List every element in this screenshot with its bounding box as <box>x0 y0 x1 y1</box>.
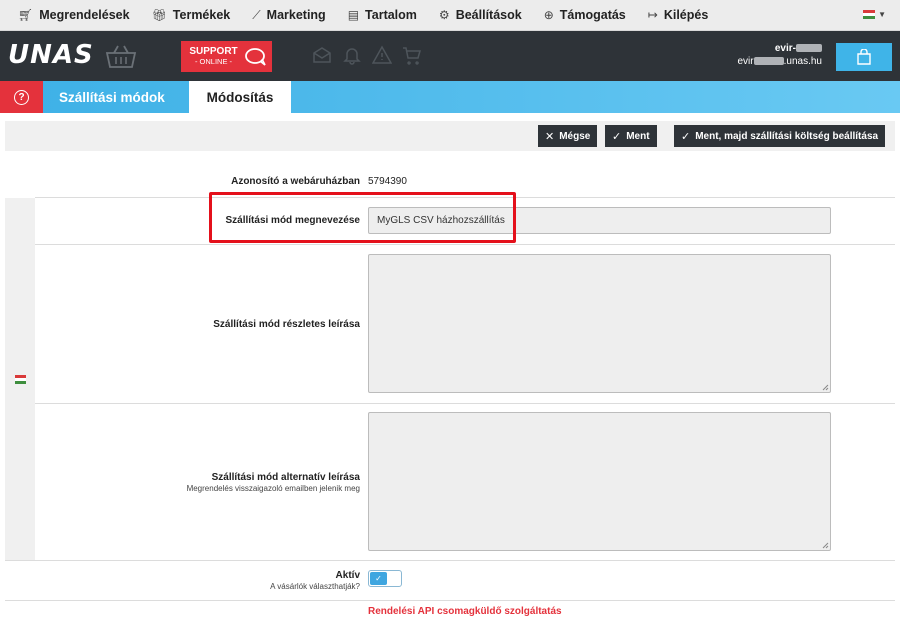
active-toggle[interactable]: ✓ <box>368 570 402 587</box>
highlight-box <box>209 192 516 243</box>
check-icon: ✓ <box>370 572 387 585</box>
save-and-shipping-cost-button[interactable]: ✓ Ment, majd szállítási költség beállítás… <box>674 125 886 147</box>
nav-logout[interactable]: ↦ Kilépés <box>648 8 709 22</box>
alt-desc-textarea[interactable] <box>368 412 831 551</box>
api-service-notice: Rendelési API csomagküldő szolgáltatás <box>368 606 562 617</box>
top-navigation: 🛒︎ Megrendelések 🎁︎ Termékek ⟋ Marketing ▤ T… <box>0 0 900 31</box>
active-hint: A vásárlók választhatják? <box>270 582 360 591</box>
nav-content[interactable]: ▤ Tartalom <box>348 8 417 22</box>
detailed-desc-label: Szállítási mód részletes leírása <box>213 319 360 330</box>
lifebuoy-icon: ⊕ <box>543 8 554 22</box>
help-button[interactable]: ? <box>0 81 43 113</box>
nav-support[interactable]: ⊕ Támogatás <box>544 8 626 22</box>
app-header: UNAS SUPPORT - ONLINE - evir- evir .unas.h… <box>0 31 900 81</box>
chat-icon <box>245 47 266 66</box>
resize-grip-icon[interactable] <box>822 542 829 549</box>
redacted-text <box>796 44 822 53</box>
mail-icon[interactable] <box>312 45 332 65</box>
save-button[interactable]: ✓ Ment <box>605 125 657 147</box>
detailed-desc-textarea[interactable] <box>368 254 831 393</box>
active-title: Aktív <box>335 570 360 581</box>
chevron-down-icon: ▼ <box>878 10 886 19</box>
unas-logo[interactable]: UNAS <box>8 40 94 70</box>
shopping-bag-icon <box>857 49 871 65</box>
user-info[interactable]: evir- evir .unas.hu <box>737 42 822 68</box>
chart-line-icon: ⟋ <box>252 7 261 22</box>
user-domain-prefix: evir <box>737 56 754 67</box>
action-bar: ✕ Mégse ✓ Ment ✓ Ment, majd szállítási költ… <box>5 121 895 151</box>
active-label: Aktív A vásárlók választhatják? <box>270 570 360 591</box>
hungarian-flag-icon <box>863 10 876 19</box>
alt-desc-hint: Megrendelés visszaigazoló emailben jelen… <box>186 484 360 493</box>
user-domain-suffix: .unas.hu <box>783 56 822 67</box>
tab-bar: ? Szállítási módok Módosítás <box>0 81 900 113</box>
bell-icon[interactable] <box>342 45 362 65</box>
shopping-bag-button[interactable] <box>836 43 892 71</box>
gear-icon: ⚙ <box>438 8 450 22</box>
tab-shipping-methods[interactable]: Szállítási módok <box>43 81 181 113</box>
nav-settings[interactable]: ⚙ Beállítások <box>439 8 522 22</box>
gift-icon: 🎁︎ <box>151 8 167 22</box>
webshop-id-value: 5794390 <box>368 176 407 187</box>
document-icon: ▤ <box>347 8 360 22</box>
warning-icon[interactable] <box>372 45 392 65</box>
language-selector[interactable]: ▼ <box>863 10 886 19</box>
alt-desc-title: Szállítási mód alternatív leírása <box>211 472 360 483</box>
tab-edit[interactable]: Módosítás <box>189 81 291 113</box>
logout-icon: ↦ <box>647 8 658 22</box>
check-icon: ✓ <box>612 130 622 143</box>
alt-desc-label: Szállítási mód alternatív leírása Megren… <box>187 472 360 493</box>
resize-grip-icon[interactable] <box>822 384 829 391</box>
close-icon: ✕ <box>545 130 555 143</box>
nav-marketing[interactable]: ⟋ Marketing <box>252 8 325 23</box>
cancel-button[interactable]: ✕ Mégse <box>538 125 598 147</box>
redacted-text <box>753 57 784 66</box>
hungarian-flag-icon <box>15 375 26 384</box>
check-icon: ✓ <box>681 130 691 143</box>
support-label: SUPPORT <box>189 45 238 57</box>
form-row-active <box>5 560 895 600</box>
help-icon: ? <box>14 89 29 105</box>
cart-icon: 🛒︎ <box>18 8 34 22</box>
webshop-id-label: Azonosító a webáruházban <box>231 176 360 187</box>
cart-outline-icon[interactable] <box>402 45 422 65</box>
support-online-label: - ONLINE - <box>194 56 233 66</box>
support-online-button[interactable]: SUPPORT - ONLINE - <box>181 41 272 72</box>
nav-products[interactable]: 🎁︎ Termékek <box>152 8 231 22</box>
user-name: evir- <box>774 43 796 54</box>
language-strip <box>5 198 35 560</box>
nav-orders[interactable]: 🛒︎ Megrendelések <box>18 8 130 22</box>
basket-logo-icon <box>105 45 137 68</box>
header-icon-group <box>312 45 422 65</box>
